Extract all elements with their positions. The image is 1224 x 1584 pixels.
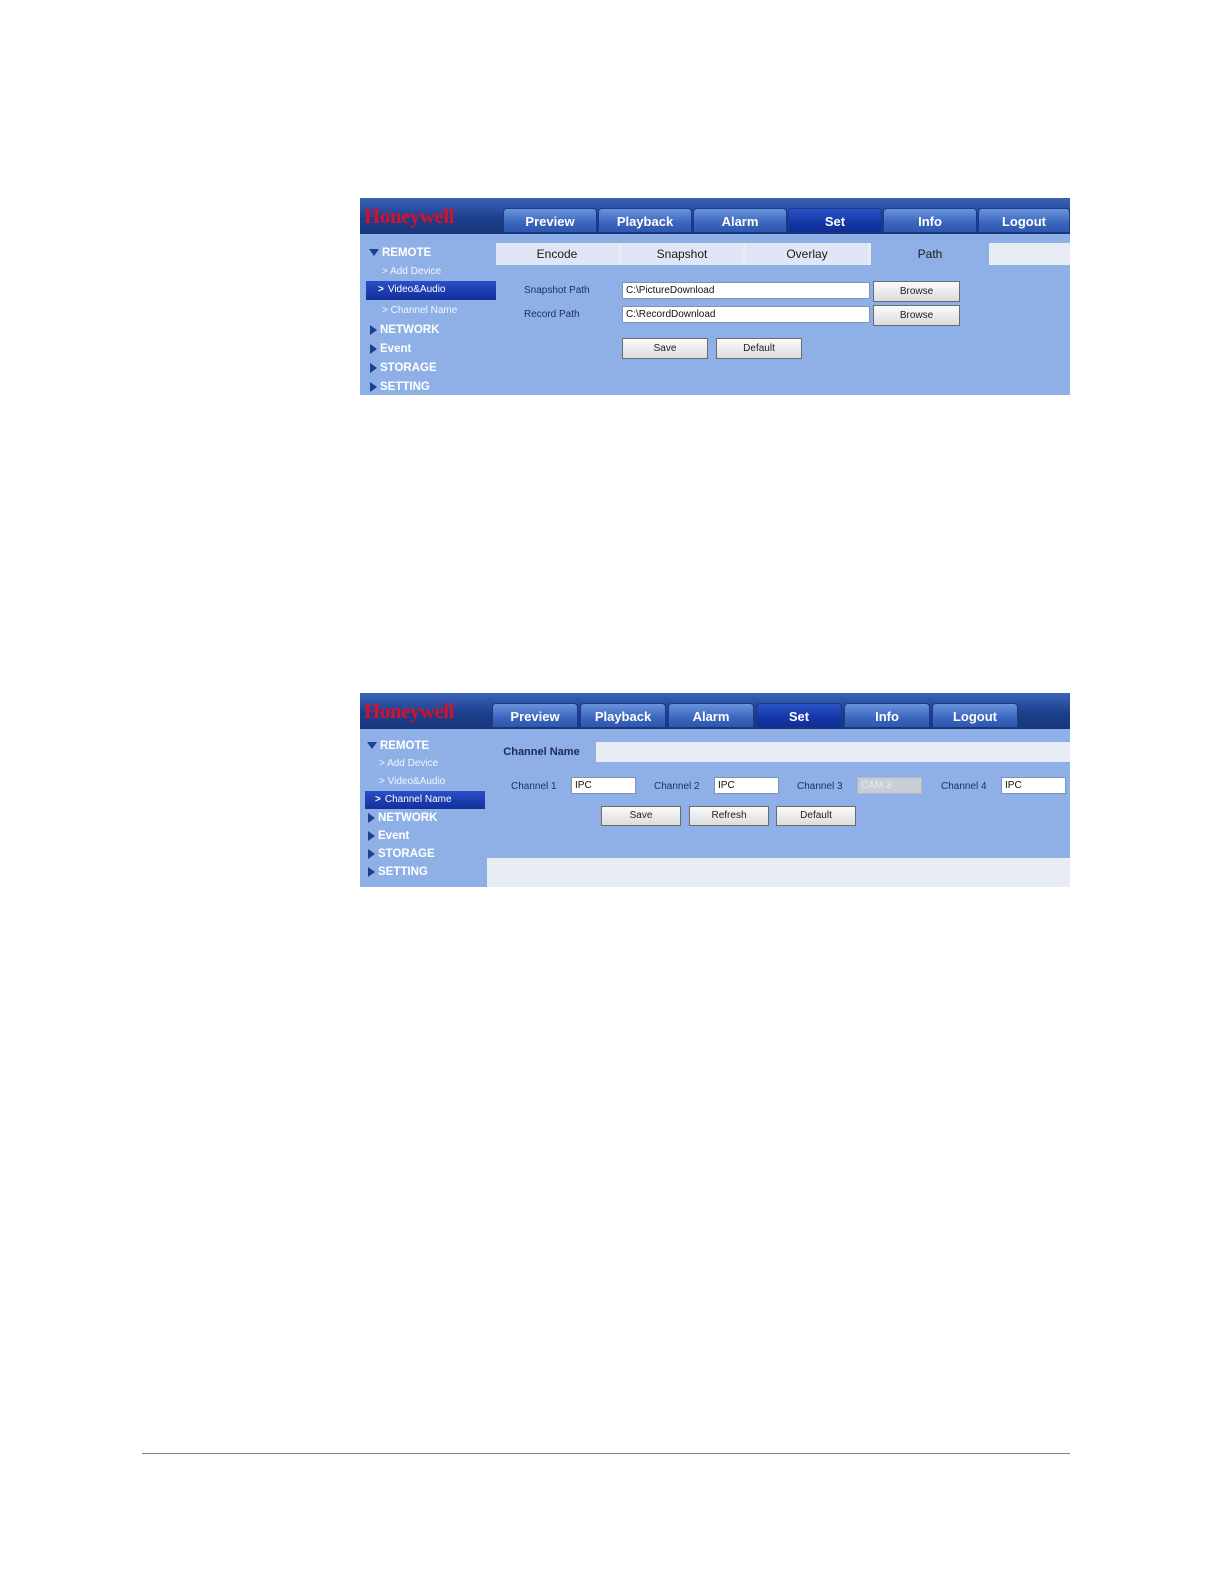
snapshot-path-input[interactable]: C:\PictureDownload <box>622 282 870 299</box>
content-footer-area <box>487 858 1070 887</box>
triangle-right-icon <box>368 812 375 823</box>
sidebar-item-channel-name[interactable]: > Channel Name <box>382 305 457 316</box>
honeywell-logo: Honeywell <box>364 699 455 723</box>
channel-3-input: CAM 3 <box>857 777 922 794</box>
sidebar-item-add-device[interactable]: > Add Device <box>379 758 438 769</box>
channel-1-input[interactable]: IPC <box>571 777 636 794</box>
save-button[interactable]: Save <box>622 338 708 359</box>
nav-tab-playback[interactable]: Playback <box>580 703 666 727</box>
sidebar-event[interactable]: Event <box>368 830 409 842</box>
channel-2-input[interactable]: IPC <box>714 777 779 794</box>
chevron-right-icon: > <box>378 284 384 295</box>
nav-tab-logout[interactable]: Logout <box>932 703 1018 727</box>
triangle-down-icon <box>369 249 379 257</box>
sidebar-setting[interactable]: SETTING <box>370 381 430 393</box>
tab-snapshot[interactable]: Snapshot <box>621 243 743 265</box>
sidebar-item-channel-name[interactable]: > Channel Name <box>375 794 452 805</box>
snapshot-path-label: Snapshot Path <box>524 285 590 296</box>
snapshot-browse-button[interactable]: Browse <box>873 281 960 302</box>
sidebar: REMOTE > Add Device > Video&Audio > Chann… <box>360 737 486 887</box>
triangle-right-icon <box>368 866 375 877</box>
record-browse-button[interactable]: Browse <box>873 305 960 326</box>
sidebar-remote[interactable]: REMOTE <box>367 740 429 752</box>
nav-tab-alarm[interactable]: Alarm <box>693 208 787 232</box>
channel-4-input[interactable]: IPC <box>1001 777 1066 794</box>
channel-3-label: Channel 3 <box>797 781 843 792</box>
sidebar-item-video-audio[interactable]: > Video&Audio <box>379 776 445 787</box>
channel-name-screenshot: Honeywell Preview Playback Alarm Set Inf… <box>360 693 1070 887</box>
sidebar-storage[interactable]: STORAGE <box>370 362 437 374</box>
sidebar: REMOTE > Add Device > Video&Audio > Chann… <box>360 242 496 395</box>
tab-encode[interactable]: Encode <box>496 243 618 265</box>
triangle-down-icon <box>367 742 377 750</box>
nav-tab-playback[interactable]: Playback <box>598 208 692 232</box>
page-footer-rule <box>142 1453 1070 1454</box>
refresh-button[interactable]: Refresh <box>689 806 769 826</box>
channel-4-label: Channel 4 <box>941 781 987 792</box>
triangle-right-icon <box>370 381 377 392</box>
sidebar-setting[interactable]: SETTING <box>368 866 428 878</box>
sidebar-event[interactable]: Event <box>370 343 411 355</box>
sidebar-storage[interactable]: STORAGE <box>368 848 435 860</box>
nav-tab-logout[interactable]: Logout <box>978 208 1070 232</box>
triangle-right-icon <box>370 324 377 335</box>
sidebar-item-video-audio[interactable]: > Video&Audio <box>378 284 446 295</box>
record-path-label: Record Path <box>524 309 580 320</box>
save-button[interactable]: Save <box>601 806 681 826</box>
channel-2-label: Channel 2 <box>654 781 700 792</box>
record-path-input[interactable]: C:\RecordDownload <box>622 306 870 323</box>
sidebar-remote[interactable]: REMOTE <box>369 247 431 259</box>
tab-channel-name[interactable]: Channel Name <box>487 742 596 762</box>
tab-overlay[interactable]: Overlay <box>746 243 868 265</box>
default-button[interactable]: Default <box>776 806 856 826</box>
triangle-right-icon <box>368 830 375 841</box>
honeywell-logo: Honeywell <box>364 204 455 228</box>
nav-tab-preview[interactable]: Preview <box>492 703 578 727</box>
video-audio-path-screenshot: Honeywell Preview Playback Alarm Set Inf… <box>360 198 1070 395</box>
channel-1-label: Channel 1 <box>511 781 557 792</box>
top-nav-bar: Honeywell Preview Playback Alarm Set Inf… <box>360 693 1070 729</box>
nav-tab-info[interactable]: Info <box>883 208 977 232</box>
sidebar-item-add-device[interactable]: > Add Device <box>382 266 441 277</box>
sidebar-network[interactable]: NETWORK <box>368 812 437 824</box>
sidebar-network[interactable]: NETWORK <box>370 324 439 336</box>
default-button[interactable]: Default <box>716 338 802 359</box>
nav-tab-set[interactable]: Set <box>756 703 842 727</box>
content-tab-strip: Encode Snapshot Overlay Path <box>496 243 1070 265</box>
triangle-right-icon <box>368 848 375 859</box>
nav-tab-info[interactable]: Info <box>844 703 930 727</box>
triangle-right-icon <box>370 362 377 373</box>
chevron-right-icon: > <box>375 794 381 805</box>
triangle-right-icon <box>370 343 377 354</box>
nav-tab-preview[interactable]: Preview <box>503 208 597 232</box>
nav-tab-set[interactable]: Set <box>788 208 882 232</box>
nav-tab-alarm[interactable]: Alarm <box>668 703 754 727</box>
top-nav-bar: Honeywell Preview Playback Alarm Set Inf… <box>360 198 1070 234</box>
tab-path[interactable]: Path <box>871 243 989 265</box>
